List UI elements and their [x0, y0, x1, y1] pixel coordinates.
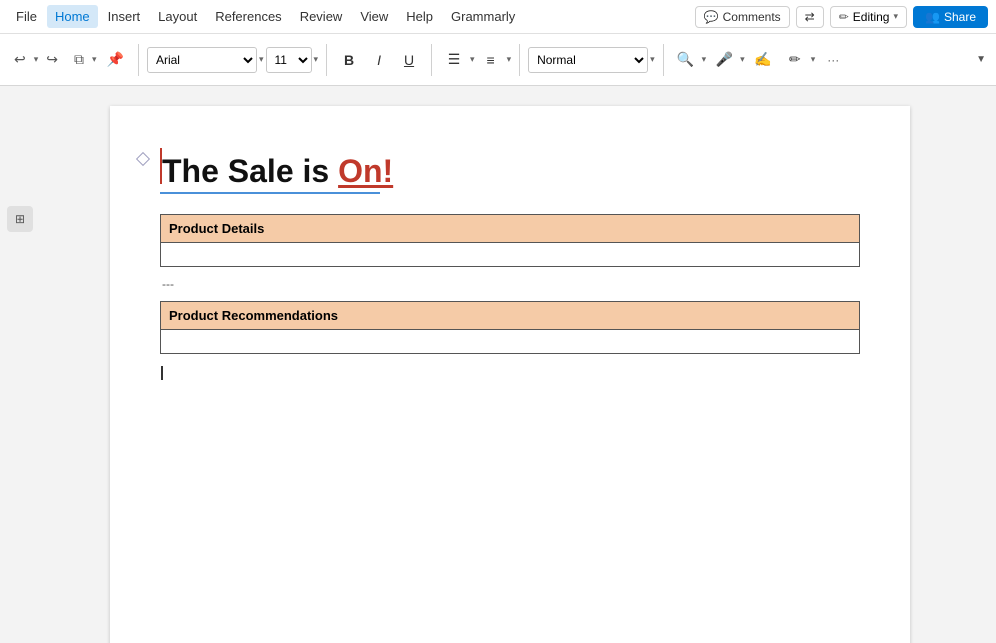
font-name-select[interactable]: Arial: [147, 47, 257, 73]
editing-dropdown-arrow[interactable]: ▾: [893, 11, 898, 22]
menu-view[interactable]: View: [352, 5, 396, 28]
italic-button[interactable]: I: [365, 47, 393, 73]
share-label: Share: [944, 10, 976, 24]
share-button[interactable]: 👥 Share: [913, 6, 988, 28]
search-button[interactable]: 🔍: [672, 47, 700, 73]
menu-grammarly[interactable]: Grammarly: [443, 5, 523, 28]
font-name-dropdown[interactable]: ▾: [259, 54, 264, 65]
font-group: Arial ▾ 11 ▾: [147, 47, 318, 73]
underline-button[interactable]: U: [395, 47, 423, 73]
style-select[interactable]: Normal: [528, 47, 648, 73]
font-size-dropdown[interactable]: ▾: [314, 54, 319, 65]
title-part1: The Sale is: [162, 153, 338, 189]
menu-help[interactable]: Help: [398, 5, 441, 28]
product-details-empty-cell: [161, 243, 860, 267]
product-recommendations-header-row: Product Recommendations: [161, 302, 860, 330]
heading-area: The Sale is On!: [160, 146, 860, 194]
highlight-dropdown[interactable]: ▾: [811, 54, 816, 65]
title-bar-actions: 💬 Comments ⇄ ✏ Editing ▾ 👥 Share: [695, 6, 988, 28]
menu-review[interactable]: Review: [292, 5, 351, 28]
highlight-button[interactable]: ✏: [781, 47, 809, 73]
font-size-select[interactable]: 11: [266, 47, 312, 73]
page-container: The Sale is On! Product Details --- Prod…: [40, 86, 980, 643]
ribbon: ↩ ▾ ↪ ⧉ ▾ 📌 Arial ▾ 11 ▾ B I U ☰ ▾ ≡ ▾: [0, 34, 996, 86]
product-details-header-cell: Product Details: [161, 215, 860, 243]
document-area: ⊞ The Sale is On! Product Details: [0, 86, 996, 643]
bold-button[interactable]: B: [335, 47, 363, 73]
align-dropdown[interactable]: ▾: [507, 54, 512, 65]
dictate-dropdown[interactable]: ▾: [740, 54, 745, 65]
coauthoring-button[interactable]: ⇄: [796, 6, 824, 28]
editor-group: ✍: [749, 47, 777, 73]
separator-2: [326, 44, 327, 76]
menu-bar: File Home Insert Layout References Revie…: [8, 5, 523, 28]
end-cursor-area: [160, 364, 860, 380]
product-details-table: Product Details: [160, 214, 860, 267]
mic-group: 🎤 ▾: [710, 47, 745, 73]
layout-panel-icon[interactable]: ⊞: [7, 206, 33, 232]
left-panel: ⊞: [0, 86, 40, 643]
pencil-icon: ✏: [839, 10, 849, 24]
separator-3: [431, 44, 432, 76]
text-cursor-end: [161, 366, 163, 380]
document-title: The Sale is On!: [162, 153, 393, 190]
undo-dropdown[interactable]: ▾: [34, 54, 39, 65]
undo-redo-group: ↩ ▾ ↪: [8, 48, 64, 71]
divider-text: ---: [162, 277, 860, 291]
bullets-dropdown[interactable]: ▾: [470, 54, 475, 65]
list-group: ☰ ▾ ≡ ▾: [440, 47, 511, 73]
comments-button[interactable]: 💬 Comments: [695, 6, 790, 28]
comments-label: Comments: [723, 10, 781, 24]
clipboard-dropdown[interactable]: ▾: [92, 54, 97, 65]
coauthor-icon: ⇄: [805, 10, 815, 24]
pin-group: 📌: [101, 48, 130, 71]
product-recommendations-header-cell: Product Recommendations: [161, 302, 860, 330]
separator-1: [138, 44, 139, 76]
search-group: 🔍 ▾: [672, 47, 707, 73]
right-panel: [980, 86, 996, 643]
highlight-group: ✏ ▾: [781, 47, 816, 73]
document-page: The Sale is On! Product Details --- Prod…: [110, 106, 910, 643]
product-recommendations-empty-row: [161, 330, 860, 354]
format-group: B I U: [335, 47, 423, 73]
ribbon-expand-button[interactable]: ▼: [974, 52, 988, 67]
separator-5: [663, 44, 664, 76]
bullets-button[interactable]: ☰: [440, 47, 468, 73]
redo-button[interactable]: ↪: [40, 48, 64, 71]
dictate-button[interactable]: 🎤: [710, 47, 738, 73]
editing-button[interactable]: ✏ Editing ▾: [830, 6, 907, 28]
clipboard-group: ⧉ ▾: [68, 48, 97, 71]
search-dropdown[interactable]: ▾: [702, 54, 707, 65]
clipboard-button[interactable]: ⧉: [68, 48, 90, 71]
product-recommendations-table: Product Recommendations: [160, 301, 860, 354]
title-part2: On!: [338, 153, 393, 189]
menu-layout[interactable]: Layout: [150, 5, 205, 28]
people-icon: 👥: [925, 10, 940, 24]
style-dropdown[interactable]: ▾: [650, 54, 655, 65]
format-painter-button[interactable]: 📌: [101, 48, 130, 71]
undo-button[interactable]: ↩: [8, 48, 32, 71]
separator-4: [519, 44, 520, 76]
editor-button[interactable]: ✍: [749, 47, 777, 73]
product-recommendations-empty-cell: [161, 330, 860, 354]
style-group: Normal ▾: [528, 47, 655, 73]
product-details-header-row: Product Details: [161, 215, 860, 243]
menu-home[interactable]: Home: [47, 5, 98, 28]
align-button[interactable]: ≡: [477, 47, 505, 73]
title-bar: File Home Insert Layout References Revie…: [0, 0, 996, 34]
menu-insert[interactable]: Insert: [100, 5, 149, 28]
diamond-marker: [136, 152, 150, 166]
menu-references[interactable]: References: [207, 5, 289, 28]
editing-label: Editing: [853, 10, 890, 24]
more-options-button[interactable]: ···: [819, 47, 847, 73]
product-details-empty-row: [161, 243, 860, 267]
title-underline: [160, 192, 380, 194]
menu-file[interactable]: File: [8, 5, 45, 28]
comments-icon: 💬: [704, 10, 719, 24]
